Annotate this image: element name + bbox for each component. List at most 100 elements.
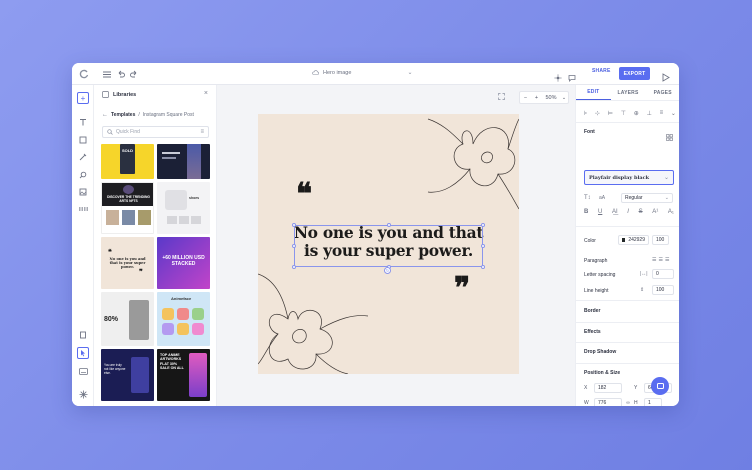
template-thumb-sold[interactable]: SOLD bbox=[101, 144, 154, 179]
more-align-icon[interactable]: ⌄ bbox=[671, 110, 676, 117]
lock-ratio-icon[interactable]: ∞ bbox=[622, 400, 634, 406]
canvas-area[interactable]: − + 50% ⌄ ❝ ❞ No one is you and that is … bbox=[217, 85, 575, 406]
all-caps-icon[interactable]: A͟I bbox=[612, 209, 618, 215]
resize-handle-br[interactable] bbox=[481, 265, 485, 269]
template-thumb-nft[interactable]: DISCOVER THE TRENDING ARTS NFTS bbox=[101, 182, 154, 234]
thumb-80-person bbox=[129, 300, 149, 340]
fit-screen-icon[interactable] bbox=[498, 93, 505, 102]
chevron-down-icon[interactable]: ⌄ bbox=[407, 69, 412, 76]
template-thumb-animeface[interactable]: Animeface bbox=[157, 292, 210, 346]
close-icon[interactable]: × bbox=[204, 90, 208, 97]
template-thumb-fashion[interactable] bbox=[157, 144, 210, 179]
tab-pages[interactable]: PAGES bbox=[645, 85, 679, 100]
settings-icon[interactable] bbox=[77, 388, 89, 400]
back-arrow-icon[interactable]: ← bbox=[102, 112, 108, 118]
search-input[interactable] bbox=[116, 129, 186, 135]
keyboard-icon[interactable] bbox=[77, 365, 89, 377]
resize-handle-tl[interactable] bbox=[292, 223, 296, 227]
document-title[interactable]: Hero image ⌄ bbox=[312, 69, 412, 76]
template-thumb-shoes[interactable]: shoes bbox=[157, 182, 210, 234]
x-field[interactable]: 182 bbox=[594, 383, 622, 393]
resize-handle-tm[interactable] bbox=[387, 223, 391, 227]
rotate-handle-icon[interactable]: ↻ bbox=[384, 267, 391, 274]
tab-layers[interactable]: LAYERS bbox=[611, 85, 646, 100]
design-card[interactable]: ❝ ❞ No one is you and that is your super… bbox=[258, 114, 519, 374]
qr-tool-icon[interactable] bbox=[77, 203, 89, 215]
zoom-in-button[interactable]: + bbox=[531, 95, 542, 101]
align-center-icon[interactable]: ⊹ bbox=[595, 110, 600, 117]
template-thumb-million[interactable]: +60 MILLION USD STACKED bbox=[157, 237, 210, 289]
resize-handle-ml[interactable] bbox=[292, 244, 296, 248]
export-button[interactable]: EXPORT bbox=[619, 67, 650, 80]
align-middle-icon[interactable]: ⊕ bbox=[634, 110, 639, 117]
align-right-icon[interactable]: ⊨ bbox=[608, 110, 613, 117]
line-height-icon: ⇕ bbox=[640, 287, 645, 293]
pen-tool-icon[interactable] bbox=[77, 151, 89, 163]
tab-edit[interactable]: EDIT bbox=[576, 85, 611, 100]
share-button[interactable]: SHARE bbox=[592, 68, 611, 74]
w-field[interactable]: 776 bbox=[594, 398, 622, 406]
resize-handle-mr[interactable] bbox=[481, 244, 485, 248]
breadcrumb-templates[interactable]: Templates bbox=[111, 112, 135, 118]
font-size-icon[interactable]: aA bbox=[599, 195, 613, 201]
text-align-center-icon[interactable]: ☰ bbox=[658, 257, 662, 263]
open-quote-mark[interactable]: ❝ bbox=[296, 180, 312, 210]
chevron-down-icon: ⌄ bbox=[664, 195, 669, 201]
shape-tool-icon[interactable] bbox=[77, 134, 89, 146]
zoom-out-button[interactable]: − bbox=[520, 95, 531, 101]
opacity-field[interactable]: 100 bbox=[652, 235, 669, 245]
undo-icon[interactable] bbox=[115, 68, 127, 80]
search-tool-icon[interactable] bbox=[77, 169, 89, 181]
bold-icon[interactable]: B bbox=[584, 209, 588, 215]
add-icon[interactable]: + bbox=[77, 92, 89, 104]
strikethrough-icon[interactable]: S bbox=[639, 209, 643, 215]
search-box[interactable]: ≡ bbox=[102, 126, 209, 138]
align-top-icon[interactable]: ⊤ bbox=[621, 110, 626, 117]
text-size-icon[interactable]: T↕ bbox=[584, 195, 596, 201]
template-thumb-80[interactable]: 80% bbox=[101, 292, 154, 346]
font-family-select[interactable]: Playfair display black ⌄ bbox=[584, 170, 674, 185]
chat-support-button[interactable] bbox=[651, 377, 669, 395]
image-tool-icon[interactable] bbox=[77, 186, 89, 198]
font-grid-icon[interactable] bbox=[666, 128, 673, 146]
color-swatch[interactable] bbox=[622, 238, 626, 242]
subscript-icon[interactable]: A₁ bbox=[668, 209, 674, 215]
italic-icon[interactable]: I bbox=[627, 209, 629, 215]
redo-icon[interactable] bbox=[128, 68, 140, 80]
thumb-nft-art-3 bbox=[138, 210, 151, 225]
line-height-field[interactable]: 100 bbox=[652, 285, 674, 295]
drop-shadow-section[interactable]: Drop Shadow bbox=[584, 349, 616, 355]
letter-spacing-field[interactable]: 0 bbox=[652, 269, 674, 279]
font-weight-select[interactable]: Regular ⌄ bbox=[621, 193, 673, 203]
color-field[interactable]: 242929 bbox=[618, 235, 649, 245]
align-left-icon[interactable]: ⊧ bbox=[584, 110, 587, 117]
template-thumb-anime[interactable]: TOP ANIME ARTWORKS FLAT 30% SALE ON ALL bbox=[157, 349, 210, 401]
resize-handle-bl[interactable] bbox=[292, 265, 296, 269]
text-align-left-icon[interactable]: ☰ bbox=[652, 257, 656, 263]
menu-icon[interactable] bbox=[101, 68, 113, 80]
text-tool-icon[interactable] bbox=[77, 116, 89, 128]
template-thumb-truly[interactable]: You are truly not like anyone else. bbox=[101, 349, 154, 401]
text-align-right-icon[interactable]: ☰ bbox=[665, 257, 669, 263]
chevron-down-icon[interactable]: ⌄ bbox=[560, 95, 568, 101]
filter-icon[interactable]: ≡ bbox=[200, 129, 204, 135]
distribute-icon[interactable]: ≡ bbox=[660, 110, 664, 117]
select-tool-icon[interactable] bbox=[77, 347, 89, 359]
superscript-icon[interactable]: A¹ bbox=[652, 209, 658, 215]
zoom-level[interactable]: 50% bbox=[542, 95, 560, 101]
library-title: Libraries bbox=[113, 91, 137, 98]
close-quote-mark[interactable]: ❞ bbox=[454, 274, 470, 304]
position-size-section[interactable]: Position & Size bbox=[584, 370, 620, 376]
underline-icon[interactable]: U bbox=[598, 209, 602, 215]
resize-handle-tr[interactable] bbox=[481, 223, 485, 227]
logo-icon[interactable] bbox=[78, 68, 90, 80]
zoom-control: − + 50% ⌄ bbox=[519, 91, 569, 104]
page-icon[interactable] bbox=[77, 329, 89, 341]
h-field[interactable]: 1 bbox=[644, 398, 662, 406]
template-thumb-quote[interactable]: ❝ No one is you and that is your super p… bbox=[101, 237, 154, 289]
effects-section[interactable]: Effects bbox=[584, 329, 601, 335]
selection-box[interactable] bbox=[292, 223, 485, 269]
thumb-face-2 bbox=[177, 308, 189, 320]
border-section[interactable]: Border bbox=[584, 308, 600, 314]
align-bottom-icon[interactable]: ⊥ bbox=[647, 110, 652, 117]
